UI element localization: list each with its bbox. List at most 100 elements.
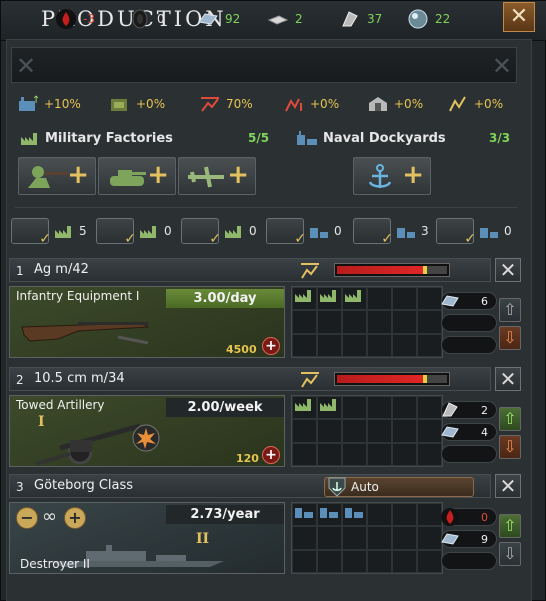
resource-chromium[interactable]: 22 [407,7,450,31]
filter-convoy[interactable]: ✓ 0 [436,217,514,247]
dockyard-icon [345,508,363,518]
oil-icon [441,508,459,526]
add-land-production-button[interactable]: + [18,157,96,195]
move-down-button[interactable]: ⇩ [499,542,521,566]
production-cost: 120 [236,452,259,465]
factory-slot-empty [292,549,317,573]
production-cost: 4500 [226,343,257,356]
production-line-3[interactable]: 3 Göteborg Class Auto ✕ − ∞ + 2.73/year … [9,474,524,578]
factory-slot-filled [317,396,342,420]
filter-count: 0 [504,224,512,238]
close-panel-button[interactable]: ✕ [503,2,535,32]
add-armor-production-button[interactable]: + [98,157,176,195]
move-down-button[interactable]: ⇩ [499,326,521,350]
check-icon: ✓ [464,231,476,247]
dockyard-icon [295,508,313,518]
filter-special[interactable]: ✓ 0 [266,217,344,247]
move-up-button[interactable]: ⇧ [499,514,521,538]
factory-icon [295,399,311,411]
modifier-construction-speed[interactable]: +0% [109,93,165,115]
remove-line-button[interactable]: ✕ [495,367,521,391]
crossed-swords-left-icon: ✕ [16,52,37,80]
filter-infantry[interactable]: ✓ 5 [11,217,89,247]
efficiency-retention-icon [449,96,466,112]
factory-slot-empty [417,442,442,466]
remove-line-button[interactable]: ✕ [495,474,521,498]
modifier-efficiency-cap[interactable]: 70% [199,93,253,115]
resource-steel[interactable]: 92 [197,7,240,31]
modifier-value: +0% [136,97,166,111]
remove-line-button[interactable]: ✕ [495,258,521,282]
resource-tungsten[interactable]: 37 [339,7,382,31]
resource-oil[interactable]: -3 [55,7,95,31]
naval-filter-icon[interactable]: ✓ [353,218,393,247]
factory-slot-empty [317,333,342,357]
factory-output-icon: ↑ [19,95,39,111]
modifier-value: 70% [226,97,253,111]
chromium-icon [408,9,428,29]
line-header[interactable]: 1 Ag m/42 [9,258,491,282]
divider [15,207,517,208]
factory-slot-empty [392,526,417,550]
move-up-button[interactable]: ⇧ [499,298,521,322]
factory-slot-empty [367,503,392,527]
factory-slot-empty [342,549,367,573]
factory-icon [140,226,156,238]
factory-slot-empty [342,442,367,466]
filter-count: 0 [249,224,257,238]
factory-slot-empty [417,310,442,334]
filter-armor[interactable]: ✓ 0 [96,217,174,247]
modifier-efficiency-retention[interactable]: +0% [447,93,503,115]
efficiency-fill [337,266,423,274]
equipment-card[interactable]: Infantry Equipment I 3.00/day 4500 + [9,286,285,358]
filter-count: 0 [164,224,172,238]
filter-naval[interactable]: ✓ 3 [353,217,431,247]
arrow-down-icon: ⇩ [503,437,517,456]
equipment-card[interactable]: Towed Artillery 2.00/week I 120 + [9,395,285,467]
production-line-1[interactable]: 1 Ag m/42 ✕ Infantry Equipment I 3.00/da… [9,258,524,362]
military-factories-header: Military Factories [19,127,173,149]
factory-slot-empty [367,549,392,573]
naval-convoy-filter-icon[interactable]: ✓ [436,218,476,247]
efficiency-remaining [427,375,447,383]
move-down-button[interactable]: ⇩ [499,435,521,459]
factory-slot-empty [292,333,317,357]
dockyard-slot-filled [342,503,367,527]
line-header[interactable]: 2 10.5 cm m/34 [9,367,491,391]
line-header[interactable]: 3 Göteborg Class Auto [9,474,491,498]
air-filter-icon[interactable]: ✓ [181,218,221,247]
modifier-factory-output[interactable]: ↑ +10% [17,93,81,115]
factory-icon [225,226,241,238]
move-up-button[interactable]: ⇧ [499,407,521,431]
modifier-efficiency-growth[interactable]: +0% [283,93,339,115]
increase-factories-button[interactable]: + [262,337,280,355]
special-filter-icon[interactable]: ✓ [266,218,306,247]
factory-slot-empty [317,310,342,334]
filter-count: 0 [334,224,342,238]
filter-count: 5 [79,224,87,238]
factory-slot-empty [367,333,392,357]
resource-aluminium[interactable]: 2 [267,7,303,31]
resource-amount: 9 [481,533,488,546]
factory-slots [291,286,443,358]
increase-factories-button[interactable]: + [262,446,280,464]
equipment-card[interactable]: − ∞ + 2.73/year II Destroyer II [9,502,285,574]
production-line-2[interactable]: 2 10.5 cm m/34 ✕ Towed Artillery 2.00/we… [9,367,524,471]
factory-slot-empty [367,310,392,334]
infantry-equipment-filter-icon[interactable]: ✓ [11,218,51,247]
factory-slot-empty [317,549,342,573]
explosion-icon [132,424,160,452]
resource-rubber[interactable]: 0 [129,7,165,31]
line-equipment-name: 10.5 cm m/34 [34,371,125,386]
filter-air[interactable]: ✓ 0 [181,217,259,247]
add-naval-production-button[interactable]: + [353,157,431,195]
increase-ships-button[interactable]: + [64,507,86,529]
armor-filter-icon[interactable]: ✓ [96,218,136,247]
factory-slot-filled [342,287,367,311]
factory-slot-empty [392,396,417,420]
decrease-ships-button[interactable]: − [16,507,38,529]
modifier-resource-gain[interactable]: +0% [367,93,423,115]
auto-dockyard-button[interactable]: Auto [324,477,474,497]
add-air-production-button[interactable]: + [178,157,256,195]
factory-icon [295,290,311,302]
